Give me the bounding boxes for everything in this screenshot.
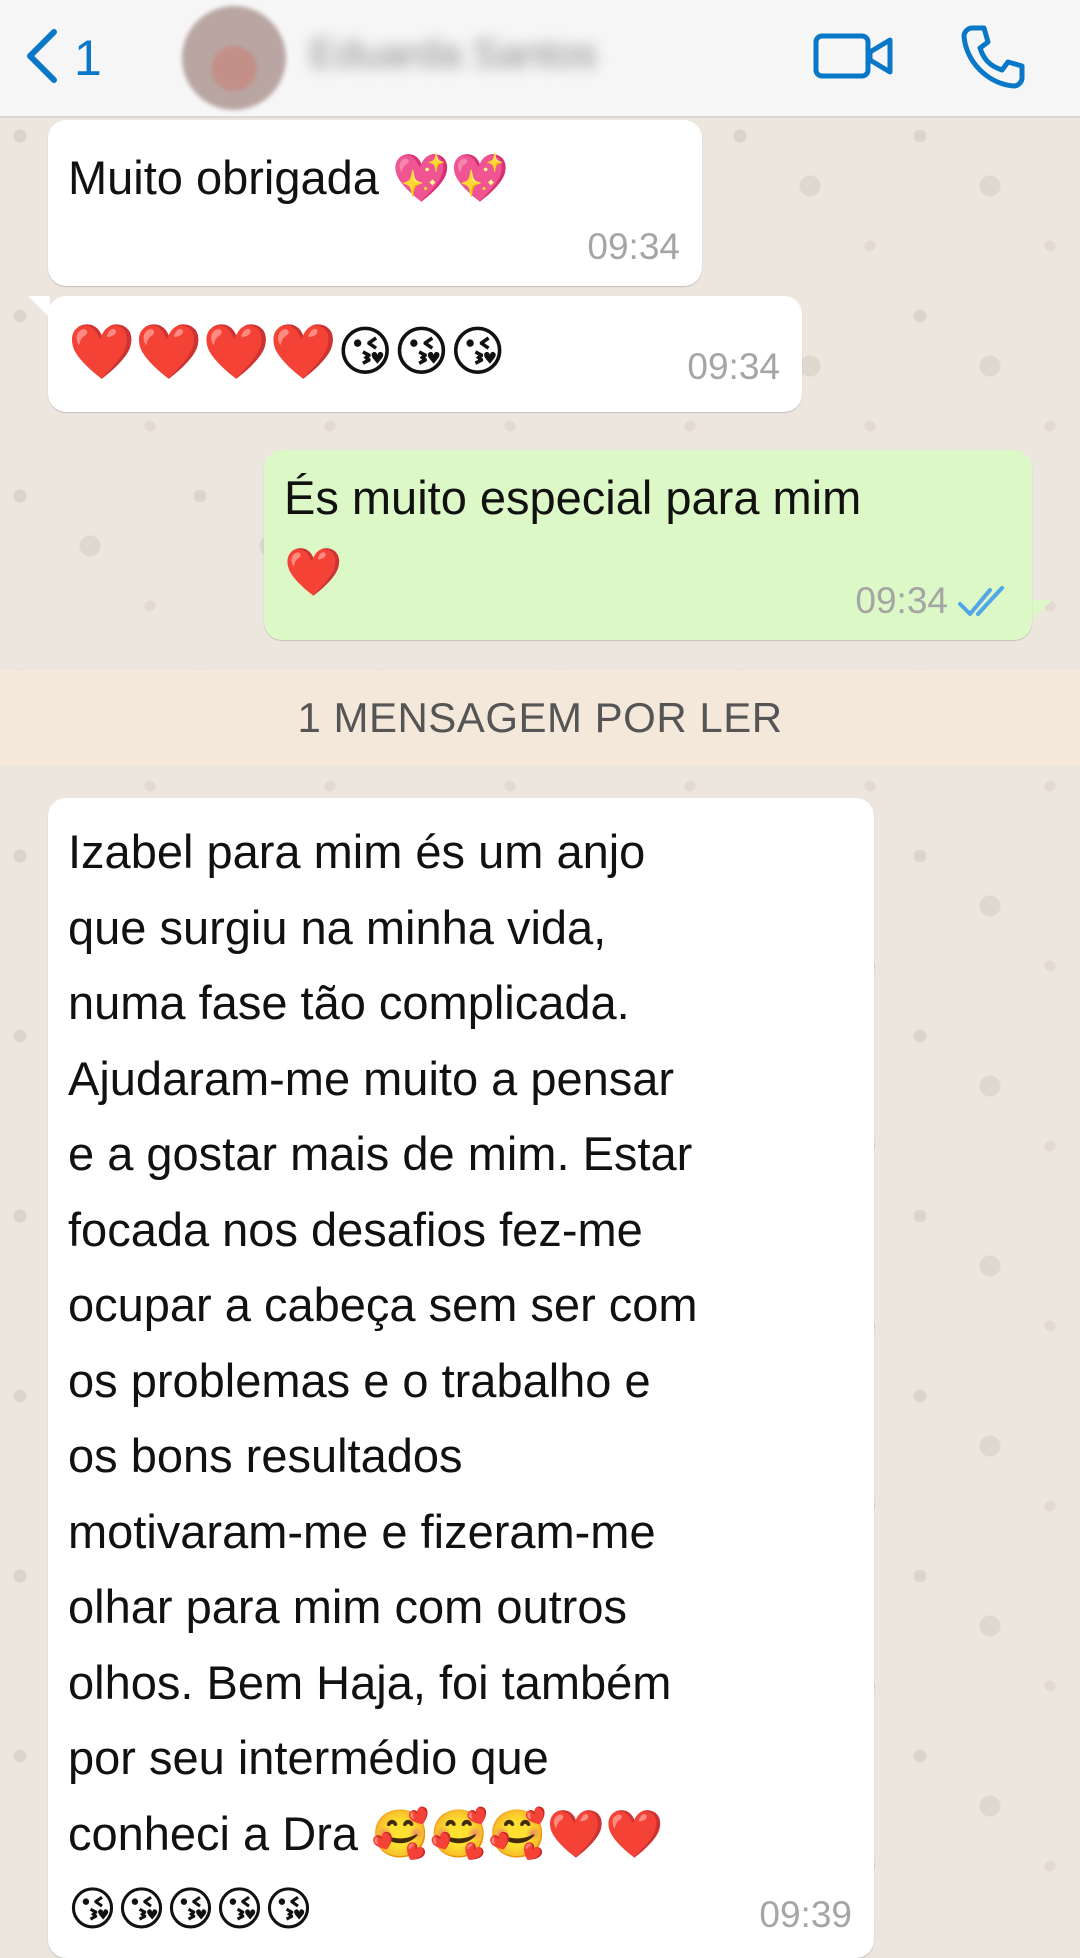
message-line: conheci a Dra 🥰🥰🥰❤️❤️	[68, 1796, 698, 1873]
bubble-tail	[1030, 600, 1052, 622]
message-emoji: 💖💖	[391, 151, 510, 206]
message-text: És muito especial para mim ❤️	[284, 460, 861, 610]
message-line: os problemas e o trabalho e	[68, 1353, 651, 1407]
avatar[interactable]	[182, 6, 286, 110]
message-line: olhos. Bem Haja, foi também	[68, 1655, 672, 1709]
message-line: os bons resultados	[68, 1429, 463, 1482]
message-line: que surgiu na minha vida,	[68, 900, 607, 954]
message-line: e a gostar mais de mim. Estar	[68, 1127, 693, 1180]
message-time: 09:34	[855, 580, 948, 621]
message-line: motivaram-me e fizeram-me	[68, 1504, 656, 1558]
message-bubble-outgoing[interactable]: És muito especial para mim ❤️ 09:34	[264, 450, 1032, 640]
back-button[interactable]: 1	[20, 22, 130, 94]
message-line: por seu intermédio que	[68, 1731, 549, 1784]
message-text: Izabel para mim és um anjo que surgiu na…	[68, 814, 698, 1948]
message-time: 09:34	[587, 226, 680, 267]
bubble-tail	[28, 296, 50, 318]
contact-name[interactable]: Eduarda Santos	[310, 32, 790, 82]
message-emoji: ❤️❤️❤️❤️😘😘😘	[68, 320, 506, 383]
chevron-left-icon	[20, 26, 64, 91]
message-line: Izabel para mim és um anjo	[68, 825, 646, 878]
message-line-text: conheci a Dra	[68, 1806, 358, 1860]
voice-call-button[interactable]	[958, 20, 1028, 92]
message-bubble-incoming[interactable]: Muito obrigada 💖💖 09:34	[48, 120, 702, 286]
message-emoji: 😘😘😘😘😘	[68, 1882, 313, 1937]
double-check-icon	[956, 584, 1012, 625]
message-bubble-incoming[interactable]: ❤️❤️❤️❤️😘😘😘 09:34	[48, 296, 802, 412]
message-emoji-line: ❤️❤️❤️❤️😘😘😘	[68, 314, 506, 390]
message-text: Muito obrigada 💖💖	[68, 140, 509, 216]
message-line: olhar para mim com outros	[68, 1580, 627, 1633]
video-camera-icon	[812, 33, 896, 92]
message-line: Ajudaram-me muito a pensar	[68, 1051, 675, 1105]
message-line: focada nos desafios fez-me	[68, 1202, 643, 1256]
unread-messages-banner: 1 MENSAGEM POR LER	[0, 670, 1080, 766]
message-bubble-incoming[interactable]: Izabel para mim és um anjo que surgiu na…	[48, 798, 874, 1958]
video-call-button[interactable]	[812, 24, 896, 88]
message-line: numa fase tão complicada.	[68, 976, 630, 1029]
message-text-content: És muito especial para mim	[284, 471, 862, 524]
message-line: ocupar a cabeça sem ser com	[68, 1278, 698, 1331]
chat-header: 1 Eduarda Santos	[0, 0, 1080, 118]
phone-icon	[958, 25, 1028, 96]
message-text-content: Muito obrigada	[68, 151, 379, 204]
message-emoji: ❤️	[284, 545, 343, 600]
message-emoji: 🥰🥰🥰❤️❤️	[371, 1806, 664, 1862]
message-time: 09:39	[759, 1894, 852, 1935]
message-time: 09:34	[687, 346, 780, 387]
unread-count: 1	[74, 30, 102, 86]
